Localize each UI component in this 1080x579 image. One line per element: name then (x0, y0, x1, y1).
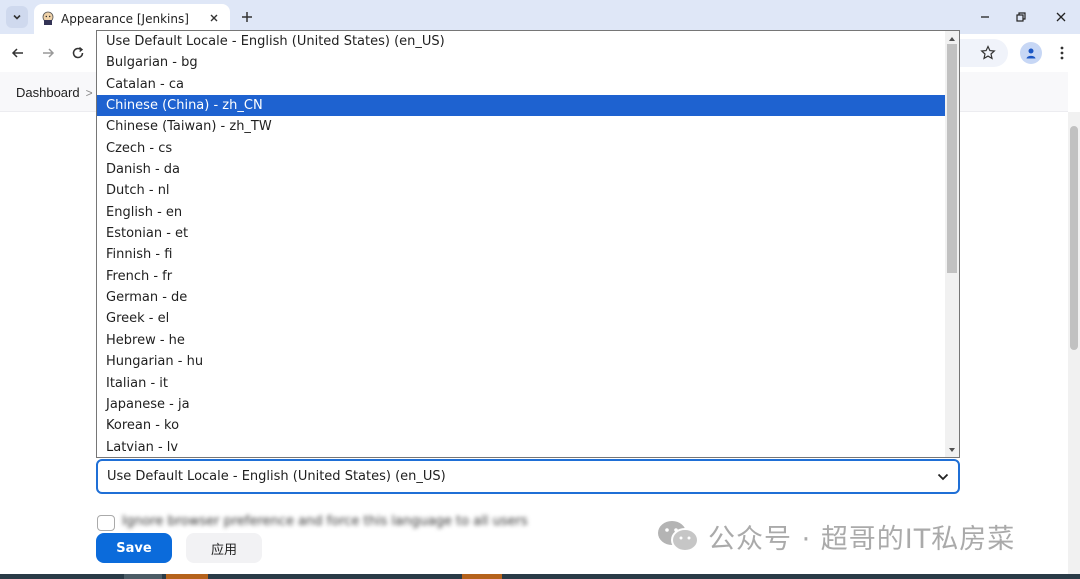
dropdown-scrollbar[interactable] (945, 31, 959, 457)
save-button[interactable]: Save (96, 533, 172, 563)
breadcrumb: Dashboard > (16, 85, 93, 100)
chevron-down-icon (937, 473, 949, 481)
language-option[interactable]: Dutch - nl (97, 180, 946, 201)
watermark-text: 公众号 · 超哥的IT私房菜 (708, 523, 1016, 555)
tab-close-button[interactable] (206, 10, 222, 26)
reload-button[interactable] (68, 43, 88, 63)
language-option[interactable]: Danish - da (97, 159, 946, 180)
language-option[interactable]: Hungarian - hu (97, 351, 946, 372)
tab-search-button[interactable] (6, 6, 28, 28)
minimize-icon (981, 16, 989, 18)
language-option[interactable]: Estonian - et (97, 223, 946, 244)
kebab-menu-icon (1060, 46, 1064, 60)
new-tab-button[interactable] (238, 8, 256, 26)
back-button[interactable] (8, 43, 28, 63)
chevron-down-icon (13, 14, 21, 20)
language-option[interactable]: Bulgarian - bg (97, 52, 946, 73)
language-option[interactable]: Korean - ko (97, 415, 946, 436)
wechat-watermark: 公众号 · 超哥的IT私房菜 (656, 516, 1015, 556)
arrow-right-icon (43, 48, 55, 58)
star-icon (980, 45, 996, 60)
language-option[interactable]: French - fr (97, 266, 946, 287)
apply-button[interactable]: 应用 (186, 533, 262, 563)
option-checkbox[interactable] (97, 515, 115, 531)
scroll-up-arrow-icon[interactable] (948, 35, 956, 43)
language-option[interactable]: Chinese (Taiwan) - zh_TW (97, 116, 946, 137)
language-option[interactable]: Catalan - ca (97, 74, 946, 95)
option-checkbox-label: Ignore browser preference and force this… (122, 514, 528, 529)
user-avatar-icon (1026, 48, 1036, 59)
language-option[interactable]: Use Default Locale - English (United Sta… (97, 31, 946, 52)
restore-button[interactable] (1010, 6, 1032, 28)
language-option[interactable]: Latvian - lv (97, 437, 946, 457)
page-scrollbar-thumb[interactable] (1070, 126, 1078, 350)
language-option[interactable]: Chinese (China) - zh_CN (97, 95, 946, 117)
close-icon (210, 14, 218, 22)
language-select[interactable]: Use Default Locale - English (United Sta… (96, 459, 960, 494)
language-select-value: Use Default Locale - English (United Sta… (107, 469, 446, 484)
language-option[interactable]: German - de (97, 287, 946, 308)
jenkins-favicon-icon (42, 11, 54, 25)
arrow-left-icon (11, 48, 23, 58)
tab-title: Appearance [Jenkins] (61, 12, 189, 26)
language-option[interactable]: Finnish - fi (97, 244, 946, 265)
forward-button[interactable] (38, 43, 58, 63)
close-icon (1056, 12, 1066, 22)
language-option[interactable]: English - en (97, 202, 946, 223)
language-option[interactable]: Japanese - ja (97, 394, 946, 415)
language-option[interactable]: Czech - cs (97, 138, 946, 159)
plus-icon (242, 12, 252, 22)
language-option[interactable]: Greek - el (97, 308, 946, 329)
page-scrollbar[interactable] (1068, 112, 1080, 579)
language-option[interactable]: Italian - it (97, 373, 946, 394)
browser-tab-bar: Appearance [Jenkins] (0, 0, 1080, 34)
browser-menu-button[interactable] (1052, 43, 1072, 63)
minimize-button[interactable] (974, 6, 996, 28)
breadcrumb-dashboard-link[interactable]: Dashboard (16, 85, 80, 100)
wechat-logo-icon (658, 521, 699, 552)
reload-icon (72, 46, 84, 59)
breadcrumb-separator: > (85, 85, 93, 100)
restore-icon (1016, 12, 1026, 22)
os-taskbar (0, 574, 1080, 579)
profile-button[interactable] (1020, 42, 1042, 64)
language-dropdown-list[interactable]: Use Default Locale - English (United Sta… (96, 30, 960, 458)
language-options: Use Default Locale - English (United Sta… (97, 31, 946, 457)
bookmark-button[interactable] (978, 43, 998, 63)
scroll-down-arrow-icon[interactable] (948, 446, 956, 454)
dropdown-scrollbar-thumb[interactable] (947, 44, 957, 273)
language-option[interactable]: Hebrew - he (97, 330, 946, 351)
window-close-button[interactable] (1050, 6, 1072, 28)
